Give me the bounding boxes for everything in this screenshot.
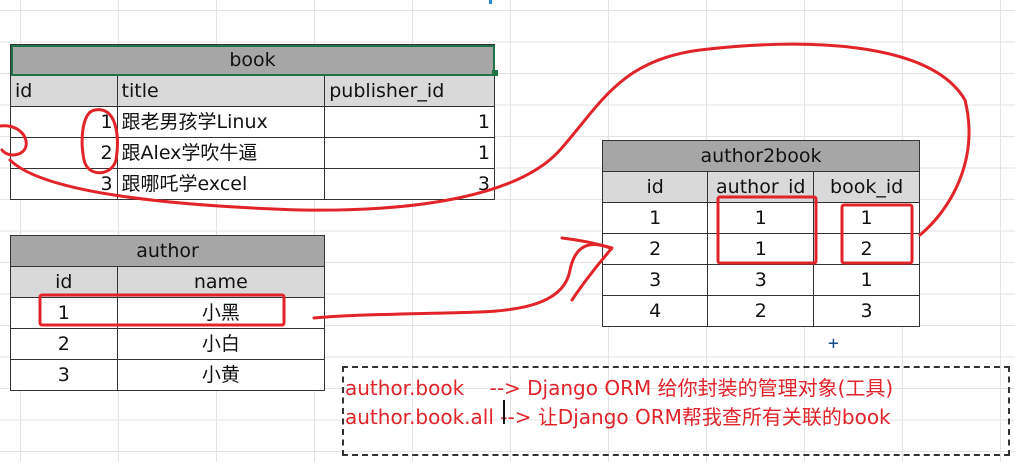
table-row: 3 3 1 bbox=[601, 264, 920, 296]
book-header-id[interactable]: id bbox=[10, 75, 118, 107]
book-cell-id[interactable]: 1 bbox=[10, 106, 118, 138]
a2b-cell-book-id[interactable]: 2 bbox=[813, 233, 920, 265]
table-row: 1 小黑 bbox=[10, 297, 326, 329]
author2book-table: author2book id author_id book_id 1 1 1 2… bbox=[601, 140, 920, 327]
book-cell-title[interactable]: 跟老男孩学Linux bbox=[116, 106, 326, 138]
author2book-header-id[interactable]: id bbox=[601, 171, 709, 203]
author-cell-id[interactable]: 2 bbox=[10, 328, 118, 360]
crosshair-cursor-icon: + bbox=[828, 333, 839, 354]
author-cell-name[interactable]: 小白 bbox=[116, 328, 326, 360]
table-row: 2 跟Alex学吹牛逼 1 bbox=[10, 137, 495, 169]
text-cursor bbox=[503, 400, 505, 424]
author-cell-id[interactable]: 1 bbox=[10, 297, 118, 329]
a2b-cell-author-id[interactable]: 2 bbox=[707, 295, 815, 327]
author-title-cell[interactable]: author bbox=[10, 235, 325, 267]
author2book-header-author-id[interactable]: author_id bbox=[707, 171, 815, 203]
a2b-cell-author-id[interactable]: 1 bbox=[707, 233, 815, 265]
table-row: 1 跟老男孩学Linux 1 bbox=[10, 106, 495, 138]
book-header-publisher-id[interactable]: publisher_id bbox=[324, 75, 495, 107]
book-cell-publisher-id[interactable]: 1 bbox=[324, 137, 495, 169]
book-cell-title[interactable]: 跟Alex学吹牛逼 bbox=[116, 137, 326, 169]
author-cell-name[interactable]: 小黑 bbox=[116, 297, 326, 329]
a2b-cell-book-id[interactable]: 3 bbox=[813, 295, 920, 327]
a2b-cell-id[interactable]: 1 bbox=[601, 202, 709, 234]
author2book-title-cell[interactable]: author2book bbox=[602, 140, 920, 172]
book-cell-id[interactable]: 2 bbox=[10, 137, 118, 169]
book-cell-id[interactable]: 3 bbox=[10, 168, 118, 200]
table-row: 2 1 2 bbox=[601, 233, 920, 265]
cursor-marker bbox=[489, 0, 492, 4]
a2b-cell-id[interactable]: 3 bbox=[601, 264, 709, 296]
author-cell-id[interactable]: 3 bbox=[10, 359, 118, 391]
book-title-cell[interactable]: book bbox=[10, 44, 495, 76]
a2b-cell-id[interactable]: 4 bbox=[601, 295, 709, 327]
book-cell-publisher-id[interactable]: 3 bbox=[324, 168, 495, 200]
table-row: 4 2 3 bbox=[601, 295, 920, 327]
book-table: book id title publisher_id 1 跟老男孩学Linux … bbox=[10, 44, 495, 200]
book-cell-publisher-id[interactable]: 1 bbox=[324, 106, 495, 138]
a2b-cell-book-id[interactable]: 1 bbox=[813, 264, 920, 296]
note-line-2: author.book.all --> 让Django ORM帮我查所有关联的b… bbox=[345, 405, 891, 429]
table-row: 3 跟哪吒学excel 3 bbox=[10, 168, 495, 200]
table-row: 1 1 1 bbox=[601, 202, 920, 234]
book-header-title[interactable]: title bbox=[116, 75, 326, 107]
author2book-header-book-id[interactable]: book_id bbox=[813, 171, 920, 203]
table-row: 2 小白 bbox=[10, 328, 326, 360]
a2b-cell-id[interactable]: 2 bbox=[601, 233, 709, 265]
selection-fill-handle[interactable] bbox=[492, 70, 498, 76]
author-cell-name[interactable]: 小黄 bbox=[116, 359, 326, 391]
author-table: author id name 1 小黑 2 小白 3 小黄 bbox=[10, 235, 326, 391]
a2b-cell-author-id[interactable]: 1 bbox=[707, 202, 815, 234]
a2b-cell-book-id[interactable]: 1 bbox=[813, 202, 920, 234]
note-line-1: author.book --> Django ORM 给你封装的管理对象(工具) bbox=[345, 376, 894, 400]
table-row: 3 小黄 bbox=[10, 359, 326, 391]
author-header-name[interactable]: name bbox=[116, 266, 326, 298]
a2b-cell-author-id[interactable]: 3 bbox=[707, 264, 815, 296]
book-cell-title[interactable]: 跟哪吒学excel bbox=[116, 168, 326, 200]
author-header-id[interactable]: id bbox=[10, 266, 118, 298]
